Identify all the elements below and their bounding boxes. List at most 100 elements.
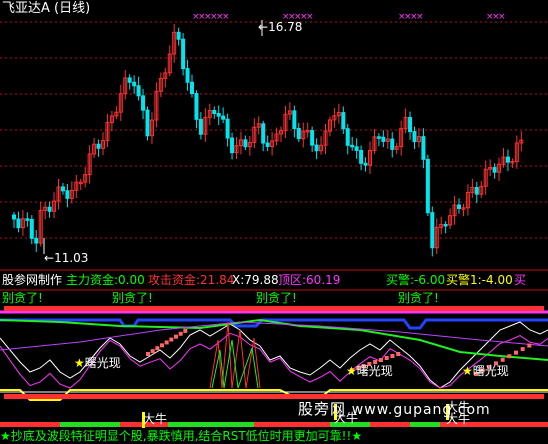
low-price-label: ←11.03 (44, 251, 89, 265)
staircase-block (378, 358, 383, 362)
candle-body (350, 144, 355, 148)
purple-line (0, 321, 548, 351)
leave-label: 别贪了! (256, 291, 297, 305)
candle-body (381, 136, 386, 142)
leave-label: 别贪了! (398, 291, 439, 305)
candle-body (65, 190, 70, 199)
candle-body (265, 142, 270, 147)
candle-body (261, 123, 266, 144)
exposure-label: ★曙光现 (346, 364, 393, 378)
staircase-block (169, 337, 174, 342)
signal-strip-segment (0, 422, 60, 427)
star-icon: ★ (346, 364, 357, 378)
staircase-block (174, 334, 178, 339)
candle-body (425, 158, 430, 214)
candle-body (12, 214, 16, 220)
indicator-bar: 股参网制作 主力资金:0.00 攻击资金:21.84 X:79.88 顶区:60… (0, 272, 548, 288)
signal-strip-segment (254, 422, 330, 427)
candle-body (390, 138, 395, 150)
stock-chart-window: × × × × × × × × × × × × × × × × × × 飞亚达A (日线) ←16.78 ←11.… (0, 0, 548, 444)
candle-body (181, 38, 186, 70)
candle-body (145, 109, 150, 137)
attack-fund-value: 攻击资金:21.84 (148, 273, 235, 287)
candle-body (16, 218, 21, 229)
bull-label: 大牛 (143, 412, 168, 426)
candle-body (230, 137, 235, 154)
candle-body (457, 204, 461, 209)
signal-strip-segment (168, 422, 254, 427)
staircase-block (514, 350, 518, 355)
exposure-label: ★曙光现 (74, 356, 121, 370)
candle-body (421, 136, 426, 160)
candle-body (132, 81, 137, 87)
footer-text: 抄底及波段特征明显个股,暴跌慎用,结合RST低位时用更加可靠!! (10, 429, 352, 443)
candle-body (359, 149, 364, 164)
staircase-block (178, 331, 183, 336)
staircase-block (520, 347, 525, 352)
low-arrow-icon: ← (44, 251, 55, 265)
signal-strip-segment (410, 422, 440, 427)
candle-body (341, 112, 346, 130)
green-trend-line (0, 318, 548, 361)
main-fund-value: 主力资金:0.00 (66, 273, 145, 287)
candle-body (127, 77, 132, 83)
x-value: X:79.88 (232, 273, 279, 287)
candle-body (505, 156, 510, 163)
candle-body (29, 218, 34, 239)
staircase-block (390, 354, 395, 358)
candle-body (136, 85, 141, 97)
candle-body (34, 237, 39, 244)
star-icon: ★ (462, 364, 473, 378)
staircase-block (164, 340, 169, 345)
staircase-block (160, 343, 164, 348)
staircase-block (507, 354, 512, 359)
candle-body (216, 113, 221, 117)
staircase-block (155, 346, 160, 351)
staircase-block (396, 352, 401, 356)
high-price-label: ←16.78 (258, 20, 303, 34)
candle-body (492, 167, 497, 173)
candle-body (474, 187, 479, 195)
x-marker: × (416, 12, 424, 22)
candle-body (194, 93, 199, 120)
watermark: 股旁网 www.gupang.com (298, 400, 491, 418)
candle-body (314, 144, 319, 152)
candle-body (243, 139, 248, 148)
staircase-block (527, 343, 532, 348)
candle-body (408, 116, 413, 133)
candle-body (190, 81, 194, 95)
candle-body (443, 223, 448, 227)
staircase-block (500, 357, 505, 362)
star-icon: ★ (74, 356, 85, 370)
candle-body (430, 212, 435, 249)
candle-body (198, 118, 203, 135)
top-zone-value: 顶区:60.19 (278, 273, 341, 287)
candle-body (412, 131, 417, 143)
white-line (0, 321, 548, 389)
high-arrow-icon: ← (258, 20, 269, 34)
stock-title: 飞亚达A (日线) (2, 1, 91, 16)
candle-body (363, 162, 368, 166)
candle-body (47, 206, 52, 212)
star-icon: ★ (0, 429, 11, 443)
candle-body (212, 109, 217, 115)
buy-alert-1-value: 买警1:-4.00 (446, 273, 513, 287)
candle-body (185, 68, 190, 83)
signal-strip-segment (60, 422, 120, 427)
exposure-label: ★曙光现 (462, 364, 509, 378)
staircase-block (183, 328, 188, 333)
candle-body (60, 186, 65, 192)
candle-body (345, 128, 350, 146)
candle-body (221, 115, 226, 120)
candle-body (141, 95, 146, 111)
buy-alert-value: 买警:-6.00 (386, 273, 446, 287)
staircase-block (150, 349, 155, 354)
x-marker: × (306, 12, 314, 22)
candle-body (96, 143, 101, 149)
candle-body (310, 130, 315, 146)
signal-strip-segment (370, 422, 410, 427)
candle-body (376, 136, 381, 139)
leave-label: 别贪了! (2, 291, 43, 305)
footer-tip: ★抄底及波段特征明显个股,暴跌慎用,结合RST低位时用更加可靠!!★ (0, 428, 548, 444)
candle-body (225, 118, 230, 139)
